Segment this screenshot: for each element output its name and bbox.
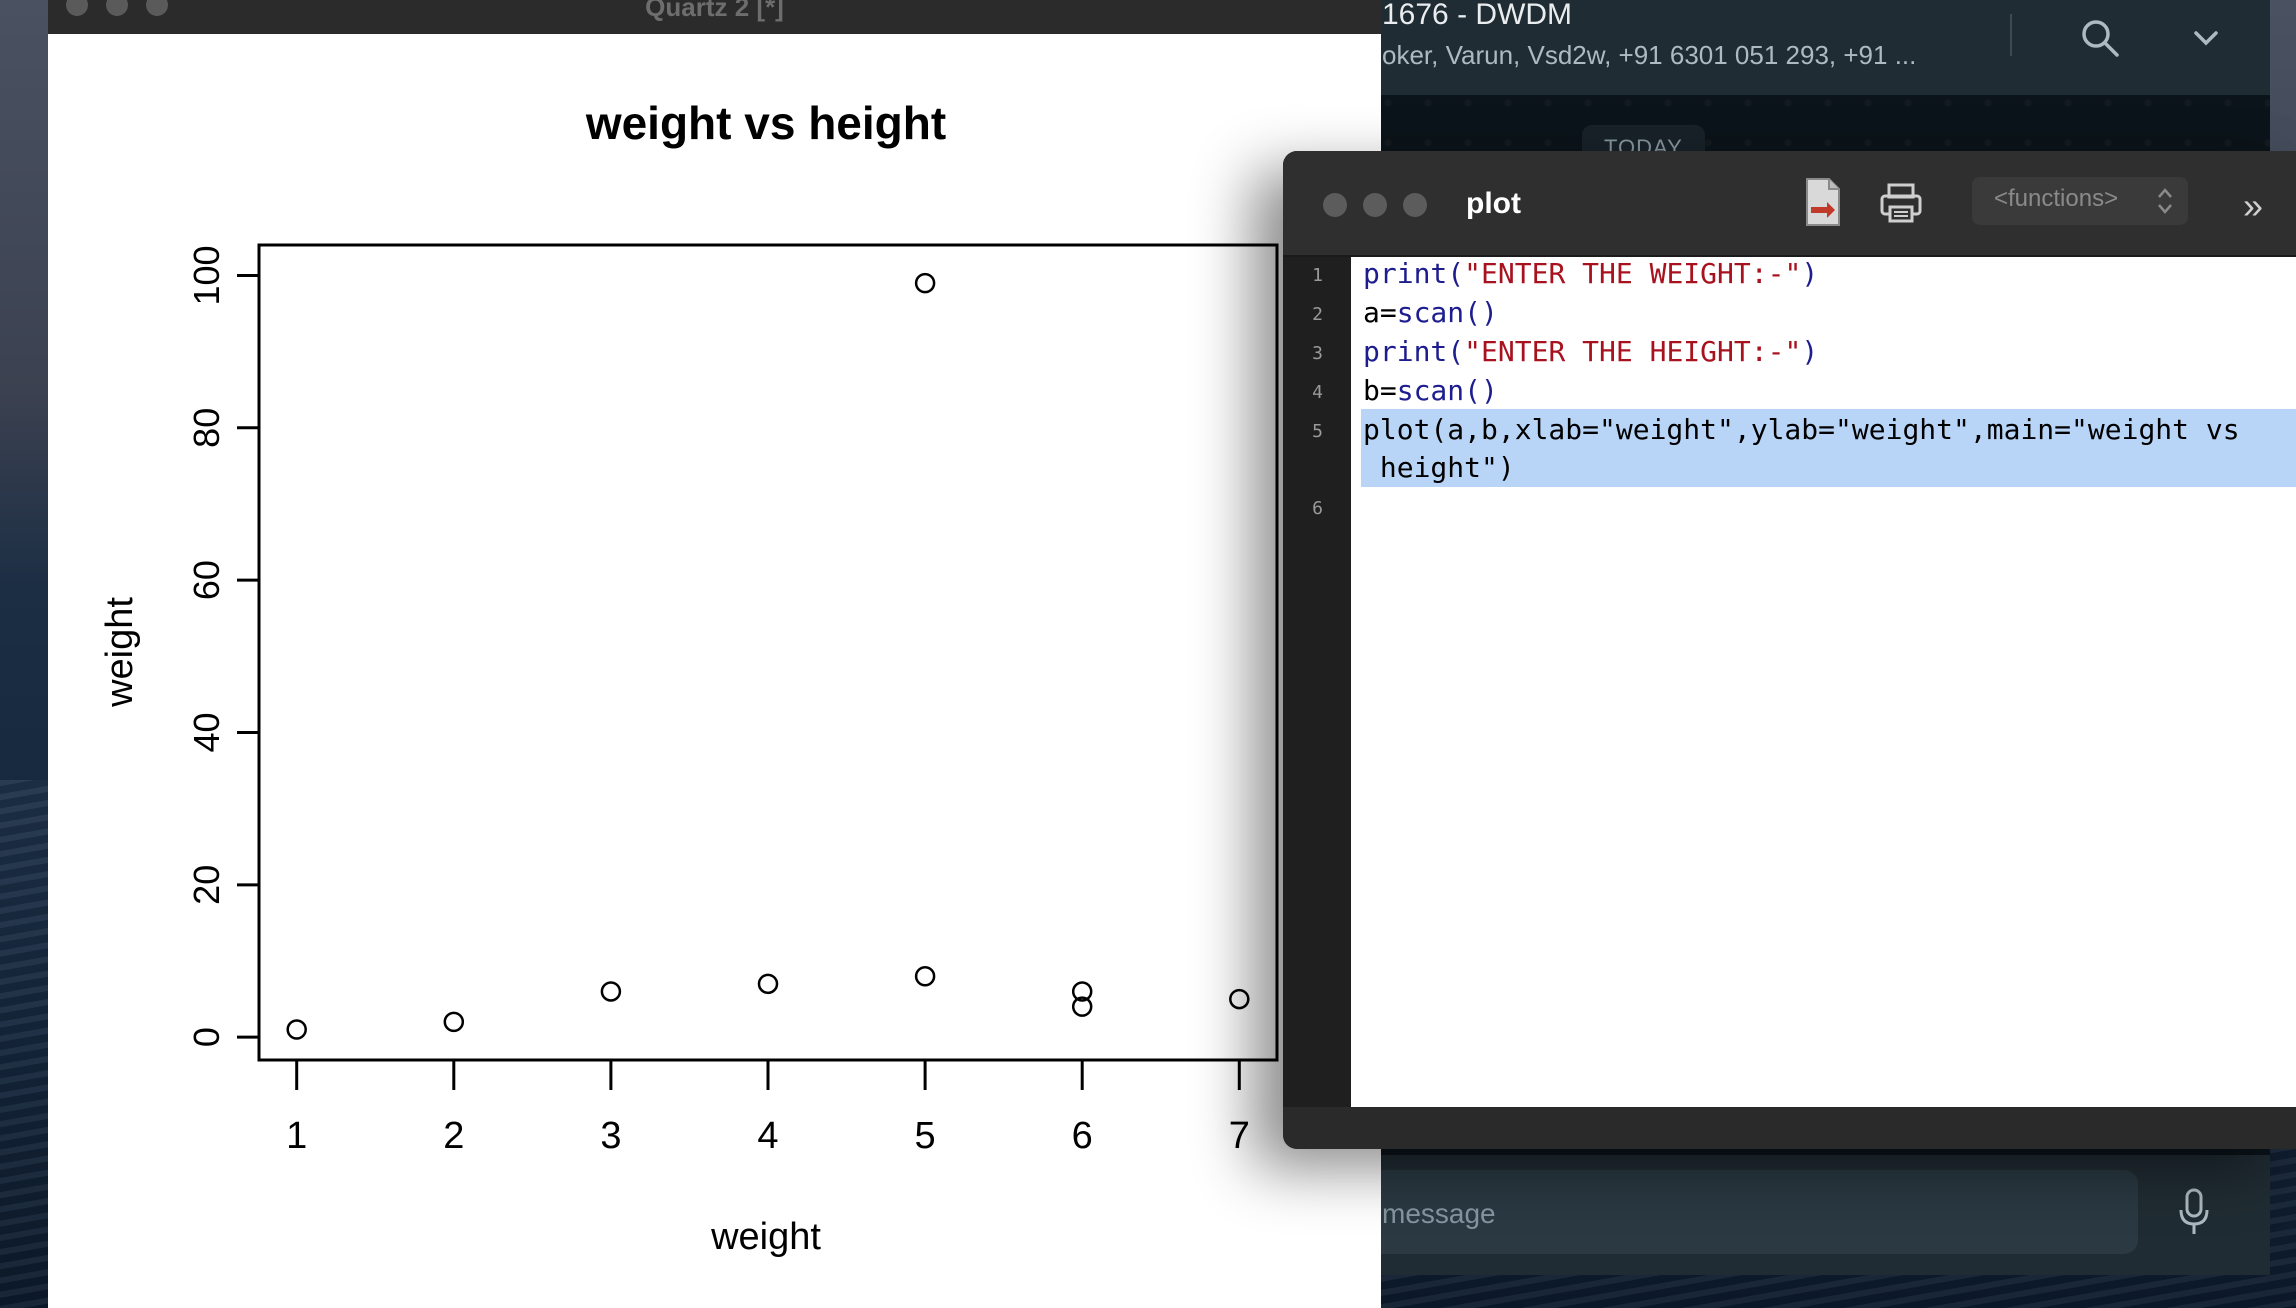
code-token: b= xyxy=(1363,374,1397,407)
scatter-plot: weight vs height 0 20 40 60 80 100 1 2 3 4 5 6 7 we… xyxy=(99,97,1279,1258)
code-line-3[interactable]: print("ENTER THE HEIGHT:-") xyxy=(1363,335,1818,368)
code-token: print( xyxy=(1363,257,1465,290)
y-tick-label: 20 xyxy=(186,865,227,905)
editor-status-bar xyxy=(1283,1107,2296,1149)
data-point xyxy=(286,1019,307,1040)
x-tick-label: 1 xyxy=(286,1115,307,1157)
code-token: scan() xyxy=(1396,296,1498,329)
code-editor[interactable]: print("ENTER THE WEIGHT:-") a=scan() pri… xyxy=(1351,257,2296,1107)
line-number-gutter: 1 2 3 4 5 6 xyxy=(1283,257,1351,1107)
x-axis-label: weight xyxy=(710,1216,821,1258)
data-points xyxy=(286,272,1250,1040)
line-number: 1 xyxy=(1312,265,1323,286)
functions-dropdown[interactable]: <functions> xyxy=(1972,177,2188,225)
chat-header[interactable]: 1676 - DWDM oker, Varun, Vsd2w, +91 6301… xyxy=(1340,0,2270,95)
line-number: 3 xyxy=(1312,343,1323,364)
print-icon[interactable] xyxy=(1879,181,1923,225)
editor-toolbar[interactable]: plot <functions> » xyxy=(1283,151,2296,257)
r-editor-window[interactable]: plot <functions> » 1 2 3 4 5 6 print("EN… xyxy=(1283,151,2296,1149)
search-icon[interactable] xyxy=(2078,16,2122,60)
x-tick-label: 5 xyxy=(915,1115,936,1157)
code-token: "ENTER THE WEIGHT:-" xyxy=(1464,257,1802,290)
x-tick-label: 4 xyxy=(757,1115,778,1157)
line-number: 2 xyxy=(1312,304,1323,325)
code-token: scan() xyxy=(1396,374,1498,407)
data-point xyxy=(443,1011,465,1033)
y-tick-label: 80 xyxy=(186,408,227,448)
code-token: a= xyxy=(1363,296,1397,329)
x-axis: 1 2 3 4 5 6 7 xyxy=(286,1060,1250,1157)
code-token: ) xyxy=(1801,257,1819,290)
data-point xyxy=(914,965,936,987)
x-tick-label: 7 xyxy=(1229,1115,1250,1157)
y-axis-label: weight xyxy=(99,597,141,708)
line-number: 6 xyxy=(1312,498,1323,519)
y-tick-label: 0 xyxy=(186,1027,227,1047)
code-line-5-wrap[interactable]: height") xyxy=(1363,451,1515,484)
code-token: print( xyxy=(1363,335,1465,368)
zoom-window-button[interactable] xyxy=(1403,193,1427,217)
header-divider xyxy=(2010,14,2012,56)
chart-title: weight vs height xyxy=(585,97,946,149)
quartz-plot-window[interactable]: Quartz 2 [*] weight vs height 0 20 40 60 80 1… xyxy=(48,0,1381,1308)
data-point xyxy=(1229,988,1250,1010)
chevron-down-icon[interactable] xyxy=(2188,20,2224,56)
data-point xyxy=(914,272,936,294)
x-tick-label: 3 xyxy=(600,1115,621,1157)
toolbar-overflow-button[interactable]: » xyxy=(2243,185,2263,227)
y-tick-label: 100 xyxy=(186,245,227,305)
editor-title: plot xyxy=(1466,187,1521,220)
code-token: ) xyxy=(1801,335,1819,368)
quartz-window-title: Quartz 2 [*] xyxy=(645,0,784,22)
x-tick-label: 6 xyxy=(1072,1115,1093,1157)
chat-participants[interactable]: oker, Varun, Vsd2w, +91 6301 051 293, +9… xyxy=(1382,40,1916,71)
line-number: 5 xyxy=(1312,421,1323,442)
data-point xyxy=(600,981,622,1002)
y-axis: 0 20 40 60 80 100 xyxy=(186,245,259,1047)
message-placeholder: message xyxy=(1382,1198,1496,1229)
code-line-5[interactable]: plot(a,b,xlab="weight",ylab="weight",mai… xyxy=(1363,413,2240,446)
minimize-window-button[interactable] xyxy=(1363,193,1387,217)
chat-title[interactable]: 1676 - DWDM xyxy=(1382,0,1572,32)
microphone-icon[interactable] xyxy=(2178,1188,2210,1236)
code-line-2[interactable]: a=scan() xyxy=(1363,296,1498,329)
y-tick-label: 40 xyxy=(186,712,227,752)
code-token: "ENTER THE HEIGHT:-" xyxy=(1464,335,1802,368)
close-window-button[interactable] xyxy=(1323,193,1347,217)
quartz-titlebar[interactable]: Quartz 2 [*] xyxy=(48,0,1381,34)
functions-dropdown-label: <functions> xyxy=(1994,185,2119,212)
updown-chevron-icon xyxy=(2158,188,2172,214)
plot-frame xyxy=(257,243,1279,1062)
document-icon[interactable] xyxy=(1803,177,1841,227)
data-point xyxy=(757,973,779,995)
y-tick-label: 60 xyxy=(186,560,227,600)
code-line-4[interactable]: b=scan() xyxy=(1363,374,1498,407)
x-tick-label: 2 xyxy=(443,1115,464,1157)
line-number: 4 xyxy=(1312,382,1323,403)
code-line-1[interactable]: print("ENTER THE WEIGHT:-") xyxy=(1363,257,1818,290)
